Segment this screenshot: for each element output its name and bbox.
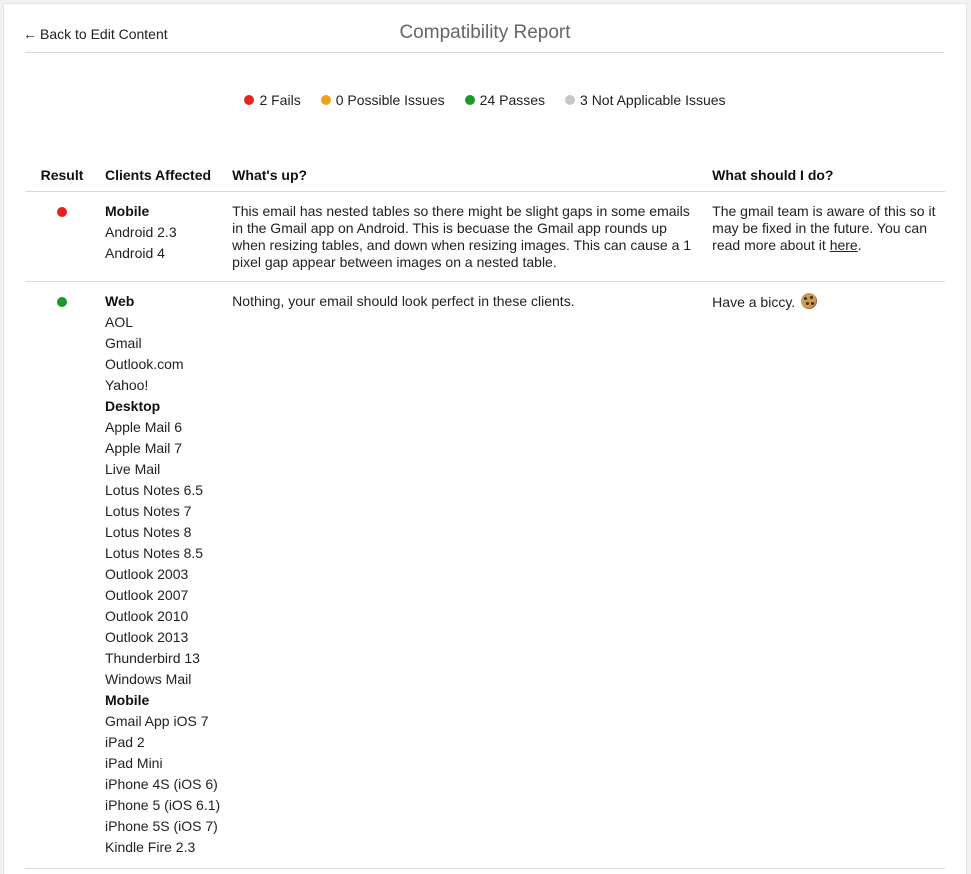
- result-status-icon: [57, 207, 67, 217]
- summary-label: 3 Not Applicable Issues: [580, 92, 726, 108]
- page-title: Compatibility Report: [399, 22, 571, 43]
- client-item: Outlook.com: [105, 356, 184, 372]
- read-more-link[interactable]: here: [830, 237, 858, 253]
- client-item: Outlook 2007: [105, 587, 189, 603]
- clients-cell: Mobile Android 2.3 Android 4: [99, 191, 227, 282]
- client-item: iPhone 5S (iOS 7): [105, 818, 218, 834]
- client-item: iPhone 5 (iOS 6.1): [105, 797, 221, 813]
- summary-item: 2 Fails: [244, 92, 301, 108]
- client-group-heading: Mobile: [105, 203, 150, 219]
- client-item: Outlook 2010: [105, 608, 189, 624]
- what-to-do-end: .: [857, 237, 862, 253]
- title-divider: [25, 52, 944, 53]
- what-to-do-cell: Have a biccy.: [706, 281, 945, 869]
- client-item: Yahoo!: [105, 377, 149, 393]
- client-item: iPad Mini: [105, 755, 163, 771]
- client-item: Kindle Fire 2.3: [105, 839, 196, 855]
- client-group-heading: Mobile: [105, 692, 150, 708]
- status-dot-icon: [464, 95, 475, 105]
- summary-item: 3 Not Applicable Issues: [565, 92, 726, 108]
- whats-up-cell: This email has nested tables so there mi…: [226, 191, 707, 282]
- clients-cell: Web AOL Gmail Outlook.com Yahoo! Desktop Apple…: [99, 281, 227, 869]
- client-list: Mobile Android 2.3 Android 4: [105, 201, 220, 264]
- client-group-heading: Web: [105, 293, 135, 309]
- result-cell: [25, 191, 99, 282]
- client-item: Gmail App iOS 7: [105, 713, 209, 729]
- client-item: Windows Mail: [105, 671, 192, 687]
- report-panel: ← Back to Edit Content Compatibility Repo…: [3, 3, 967, 874]
- client-item: iPad 2: [105, 734, 145, 750]
- client-item: Lotus Notes 8: [105, 524, 192, 540]
- result-cell: [25, 281, 99, 869]
- client-item: Gmail: [105, 335, 142, 351]
- what-to-do-text: The gmail team is aware of this so it ma…: [712, 203, 936, 253]
- table-header-row: Result Clients Affected What's up? What …: [25, 163, 945, 192]
- client-item: Android 2.3: [105, 224, 177, 240]
- client-item: Lotus Notes 7: [105, 503, 192, 519]
- column-header-what-should-i-do: What should I do?: [706, 163, 945, 192]
- what-to-do-cell: The gmail team is aware of this so it ma…: [706, 191, 945, 282]
- client-item: iPhone 4S (iOS 6): [105, 776, 218, 792]
- client-item: Outlook 2013: [105, 629, 189, 645]
- client-item: Outlook 2003: [105, 566, 189, 582]
- client-item: AOL: [105, 314, 134, 330]
- summary-item: 0 Possible Issues: [320, 92, 445, 108]
- compatibility-table: Result Clients Affected What's up? What …: [25, 163, 945, 869]
- what-to-do-text: Have a biccy.: [712, 294, 800, 310]
- client-item: Apple Mail 6: [105, 419, 183, 435]
- client-item: Live Mail: [105, 461, 161, 477]
- client-item: Thunderbird 13: [105, 650, 200, 666]
- column-header-whats-up: What's up?: [226, 163, 707, 192]
- cookie-icon: [801, 293, 818, 309]
- table-row: Web AOL Gmail Outlook.com Yahoo! Desktop Apple…: [25, 281, 945, 869]
- client-item: Android 4: [105, 245, 165, 261]
- client-list: Web AOL Gmail Outlook.com Yahoo! Desktop Apple…: [105, 291, 220, 858]
- whats-up-cell: Nothing, your email should look perfect …: [226, 281, 707, 869]
- status-dot-icon: [565, 95, 576, 105]
- summary-label: 2 Fails: [259, 92, 301, 108]
- column-header-result: Result: [25, 163, 99, 192]
- client-item: Lotus Notes 6.5: [105, 482, 204, 498]
- summary-bar: 2 Fails 0 Possible Issues 24 Passes 3 Not A…: [4, 92, 966, 108]
- summary-item: 24 Passes: [464, 92, 546, 108]
- client-group-heading: Desktop: [105, 398, 161, 414]
- table-row: Mobile Android 2.3 Android 4 This email has…: [25, 191, 945, 282]
- summary-label: 24 Passes: [479, 92, 546, 108]
- status-dot-icon: [320, 95, 331, 105]
- client-item: Lotus Notes 8.5: [105, 545, 204, 561]
- result-status-icon: [57, 297, 67, 307]
- column-header-clients-affected: Clients Affected: [99, 163, 227, 192]
- summary-label: 0 Possible Issues: [335, 92, 445, 108]
- client-item: Apple Mail 7: [105, 440, 183, 456]
- status-dot-icon: [244, 95, 255, 105]
